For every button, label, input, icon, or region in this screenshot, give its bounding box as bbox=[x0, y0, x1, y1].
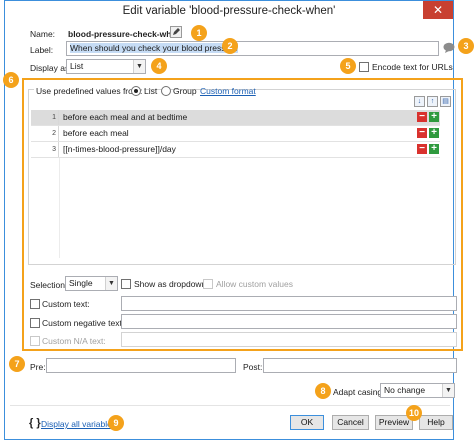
encode-urls-checkbox[interactable] bbox=[359, 62, 369, 72]
name-label: Name: bbox=[30, 29, 56, 39]
badge-10: 10 bbox=[406, 405, 422, 421]
clipboard-icon[interactable]: ▤ bbox=[440, 96, 451, 107]
badge-5: 5 bbox=[340, 58, 356, 74]
badge-8: 8 bbox=[315, 383, 331, 399]
row-value[interactable]: before each meal and at bedtime bbox=[63, 110, 187, 125]
add-row-icon[interactable]: + bbox=[429, 128, 439, 138]
grid-divider bbox=[59, 158, 60, 258]
selection-value: Single bbox=[69, 278, 93, 288]
window-title: Edit variable 'blood-pressure-check-when… bbox=[122, 5, 336, 17]
display-as-select[interactable]: List ▼ bbox=[66, 59, 146, 74]
row-number: 1 bbox=[31, 110, 59, 125]
help-button[interactable]: Help bbox=[419, 415, 453, 430]
encode-urls-label: Encode text for URLs bbox=[372, 62, 453, 72]
row-value[interactable]: [[n-times-blood-pressure]]/day bbox=[63, 142, 176, 157]
pre-input[interactable] bbox=[46, 358, 236, 373]
custom-na-checkbox bbox=[30, 336, 40, 346]
remove-row-icon[interactable]: − bbox=[417, 112, 427, 122]
show-dropdown-label: Show as dropdown bbox=[134, 279, 207, 289]
selection-select[interactable]: Single ▼ bbox=[65, 276, 118, 291]
label-input[interactable]: When should you check your blood pressur… bbox=[66, 41, 439, 56]
remove-row-icon[interactable]: − bbox=[417, 128, 427, 138]
custom-text-checkbox[interactable] bbox=[30, 299, 40, 309]
badge-6: 6 bbox=[3, 72, 19, 88]
custom-na-label: Custom N/A text: bbox=[42, 336, 106, 346]
add-row-icon[interactable]: + bbox=[429, 144, 439, 154]
table-row[interactable]: 1 before each meal and at bedtime − + bbox=[31, 110, 440, 126]
badge-9: 9 bbox=[108, 415, 124, 431]
list-radio[interactable] bbox=[131, 86, 141, 96]
list-radio-label: List bbox=[144, 86, 158, 96]
pencil-icon[interactable] bbox=[170, 26, 182, 38]
allow-custom-checkbox bbox=[203, 279, 213, 289]
adapt-casing-label: Adapt casing: bbox=[333, 387, 385, 397]
badge-7: 7 bbox=[9, 356, 25, 372]
speech-bubble-icon[interactable] bbox=[443, 42, 455, 53]
table-row[interactable]: 2 before each meal − + bbox=[31, 126, 440, 142]
custom-text-input[interactable] bbox=[121, 296, 457, 311]
selection-label: Selection: bbox=[30, 280, 68, 290]
adapt-casing-value: No change bbox=[384, 385, 426, 395]
table-row[interactable]: 3 [[n-times-blood-pressure]]/day − + bbox=[31, 142, 440, 158]
custom-negative-label: Custom negative text: bbox=[42, 318, 125, 328]
chevron-down-icon: ▼ bbox=[105, 277, 117, 290]
badge-2: 2 bbox=[222, 38, 238, 54]
adapt-casing-select[interactable]: No change ▼ bbox=[380, 383, 455, 398]
close-button[interactable]: ✕ bbox=[423, 1, 453, 19]
allow-custom-label: Allow custom values bbox=[216, 279, 294, 289]
pre-label: Pre: bbox=[30, 362, 46, 372]
post-input[interactable] bbox=[263, 358, 457, 373]
cancel-button[interactable]: Cancel bbox=[332, 415, 369, 430]
chevron-down-icon: ▼ bbox=[442, 384, 454, 397]
display-all-variables-link[interactable]: Display all variables bbox=[41, 419, 116, 429]
show-dropdown-checkbox[interactable] bbox=[121, 279, 131, 289]
display-as-value: List bbox=[70, 61, 84, 71]
group-radio[interactable] bbox=[161, 86, 171, 96]
post-label: Post: bbox=[243, 362, 263, 372]
custom-negative-checkbox[interactable] bbox=[30, 318, 40, 328]
footer-divider bbox=[10, 405, 450, 406]
sort-ascending-icon[interactable]: ↓ bbox=[414, 96, 425, 107]
remove-row-icon[interactable]: − bbox=[417, 144, 427, 154]
predefined-legend: Use predefined values from: bbox=[34, 86, 145, 96]
custom-format-link[interactable]: Custom format bbox=[200, 86, 256, 96]
badge-4: 4 bbox=[151, 58, 167, 74]
custom-na-input bbox=[121, 332, 457, 347]
badge-1: 1 bbox=[191, 25, 207, 41]
badge-3: 3 bbox=[458, 38, 474, 54]
custom-text-label: Custom text: bbox=[42, 299, 90, 309]
add-row-icon[interactable]: + bbox=[429, 112, 439, 122]
label-field-label: Label: bbox=[30, 45, 54, 55]
group-radio-label: Group bbox=[173, 86, 197, 96]
custom-negative-input[interactable] bbox=[121, 314, 457, 329]
sort-descending-icon[interactable]: ↑ bbox=[427, 96, 438, 107]
chevron-down-icon: ▼ bbox=[133, 60, 145, 73]
row-value[interactable]: before each meal bbox=[63, 126, 129, 141]
row-number: 2 bbox=[31, 126, 59, 141]
row-number: 3 bbox=[31, 142, 59, 157]
braces-icon: { } bbox=[29, 417, 41, 429]
ok-button[interactable]: OK bbox=[290, 415, 324, 430]
title-bar: Edit variable 'blood-pressure-check-when… bbox=[5, 1, 453, 23]
name-value: blood-pressure-check-when bbox=[68, 29, 182, 39]
label-input-value: When should you check your blood pressur… bbox=[70, 43, 238, 53]
